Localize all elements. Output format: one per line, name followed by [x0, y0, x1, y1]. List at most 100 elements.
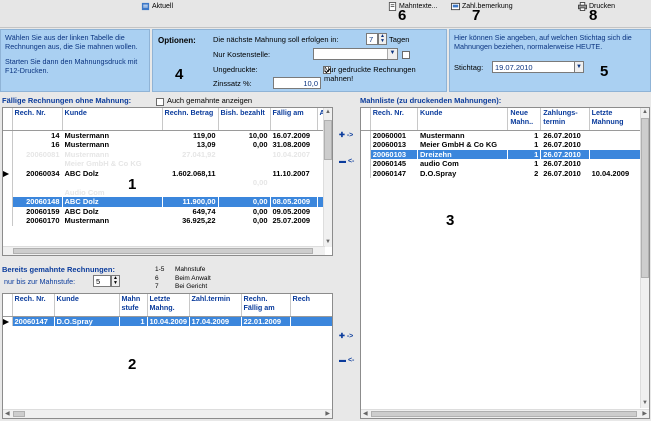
- chevron-down-icon: ▼: [387, 49, 397, 59]
- marker-4: 4: [175, 66, 184, 83]
- cell-rech: [290, 316, 332, 326]
- cell-rech-nr: 20060013: [370, 140, 419, 150]
- cell-neue-mahnung: 2: [507, 168, 542, 178]
- col-rech-nr[interactable]: Rech. Nr.: [12, 108, 63, 131]
- col-rech-nr[interactable]: Rech. Nr.: [12, 294, 55, 317]
- level-input[interactable]: 5: [93, 275, 111, 287]
- cell-faellig: [270, 178, 318, 188]
- next-reminder-spinner[interactable]: ▲ ▼: [378, 33, 387, 45]
- cell-zahltermin: 17.04.2009: [189, 316, 242, 326]
- table-row[interactable]: 20060081 Mustermann 27.041,92 10.04.2007: [3, 149, 326, 159]
- info-left-panel: Wählen Sie aus der linken Tabelle die Re…: [0, 29, 150, 92]
- row-indicator: ▶: [3, 168, 13, 178]
- mahnliste-header-row: Rech. Nr. Kunde Neue Mahn.. Zahlungs- te…: [361, 108, 642, 131]
- interest-input[interactable]: 10,0: [273, 77, 321, 89]
- col-zahlungstermin[interactable]: Zahlungs- termin: [540, 108, 590, 131]
- col-faellig[interactable]: Rechn. Fällig am: [241, 294, 291, 317]
- mahnliste-vertical-scrollbar[interactable]: ▲ ▼: [640, 108, 649, 408]
- mahnliste-horizontal-scrollbar[interactable]: ◀ ▶: [361, 409, 649, 418]
- row-indicator: [361, 159, 371, 169]
- marker-6: 6: [398, 7, 407, 24]
- table-row[interactable]: 20060159 ABC Dolz 649,74 0,00 09.05.2009: [3, 206, 326, 216]
- table-row[interactable]: Audio Com: [3, 187, 326, 197]
- dunned-horizontal-scrollbar[interactable]: ◀ ▶: [3, 409, 332, 418]
- cell-kunde: [62, 178, 163, 188]
- col-betrag[interactable]: Rechn. Betrag: [162, 108, 219, 131]
- cell-rech-nr: 20060147: [12, 316, 55, 326]
- cell-rech-nr: 20060034: [12, 168, 63, 178]
- cell-faellig: [270, 187, 318, 197]
- table-row[interactable]: 20060013 Meier GmbH & Co KG 1 26.07.2010: [361, 140, 642, 150]
- add-to-list-button[interactable]: ✚ ->: [339, 131, 353, 139]
- cell-betrag: 36.925,22: [162, 216, 219, 226]
- info-left-line2: Starten Sie dann den Mahnungsdruck mit F…: [5, 57, 138, 75]
- mahnliste-table: Rech. Nr. Kunde Neue Mahn.. Zahlungs- te…: [361, 108, 642, 178]
- table-row[interactable]: ▶ 20060147 D.O.Spray 1 10.04.2009 17.04.2009 2…: [3, 316, 332, 326]
- cell-rech-nr: [12, 187, 63, 197]
- col-kunde[interactable]: Kunde: [54, 294, 120, 317]
- add-dunned-button[interactable]: ✚ ->: [339, 332, 353, 340]
- cell-letzte-mahnung: [589, 159, 642, 169]
- col-letzte-mahnung[interactable]: Letzte Mahng.: [147, 294, 190, 317]
- cell-rech-nr: 20060103: [370, 149, 419, 159]
- col-rech-nr[interactable]: Rech. Nr.: [370, 108, 419, 131]
- col-faellig[interactable]: Fällig am: [270, 108, 318, 131]
- cell-faellig: 08.05.2009: [270, 197, 318, 207]
- remove-dunned-button[interactable]: ▬ <-: [339, 357, 354, 364]
- row-indicator: [3, 130, 13, 140]
- cell-faellig: 31.08.2009: [270, 140, 318, 150]
- table-row[interactable]: Meier GmbH & Co KG: [3, 159, 326, 169]
- table-row[interactable]: 20060001 Mustermann 1 26.07.2010: [361, 130, 642, 140]
- due-vertical-scrollbar[interactable]: ▲ ▼: [323, 108, 332, 247]
- table-row[interactable]: 20060147 D.O.Spray 2 26.07.2010 10.04.2009: [361, 168, 642, 178]
- cell-kunde: Meier GmbH & Co KG: [417, 140, 509, 150]
- aktuell-button[interactable]: Aktuell: [141, 2, 173, 11]
- col-kunde[interactable]: Kunde: [62, 108, 163, 131]
- cell-letzte-mahnung: [589, 140, 642, 150]
- col-mahnstufe[interactable]: Mahn stufe: [119, 294, 148, 317]
- cell-kunde: D.O.Spray: [417, 168, 509, 178]
- col-bezahlt[interactable]: Bish. bezahlt: [218, 108, 271, 131]
- col-zahltermin[interactable]: Zahl.termin: [189, 294, 242, 317]
- cell-bezahlt: [218, 187, 271, 197]
- table-row[interactable]: 14 Mustermann 119,00 10,00 16.07.2009: [3, 130, 326, 140]
- col-neue-mahnung[interactable]: Neue Mahn..: [507, 108, 542, 131]
- due-horizontal-scrollbar[interactable]: [3, 246, 325, 255]
- remove-from-list-button[interactable]: ▬ <-: [339, 158, 354, 165]
- cell-faellig: [270, 159, 318, 169]
- calendar-dropdown-icon[interactable]: ▼: [574, 61, 584, 73]
- marker-3: 3: [446, 212, 455, 229]
- mahnliste-title: Mahnliste (zu druckenden Mahnungen):: [360, 96, 502, 105]
- table-row[interactable]: ▶ 20060034 ABC Dolz 1.602.068,11 11.10.2007: [3, 168, 326, 178]
- table-row[interactable]: 20060148 ABC Dolz 11.900,00 0,00 08.05.2009: [3, 197, 326, 207]
- also-dunned-checkbox[interactable]: [156, 97, 164, 106]
- level-legend: 1-5 Mahnstufe 6 Beim Anwalt 7 Bei Gericht: [155, 266, 211, 290]
- cell-bezahlt: [218, 149, 271, 159]
- stichtag-input[interactable]: 19.07.2010: [492, 61, 584, 73]
- cell-letzte-mahnung: [589, 149, 642, 159]
- cell-kunde: ABC Dolz: [62, 206, 163, 216]
- zahlbemerkung-button[interactable]: Zahl.bemerkung: [451, 2, 513, 11]
- mahnliste-grid[interactable]: Rech. Nr. Kunde Neue Mahn.. Zahlungs- te…: [360, 107, 650, 419]
- mahntexte-button[interactable]: Mahntexte...: [388, 2, 438, 11]
- legend-title: Bereits gemahnte Rechnungen:: [2, 265, 115, 274]
- row-indicator: [361, 140, 371, 150]
- cost-center-select[interactable]: ▼: [313, 48, 398, 60]
- level-spinner[interactable]: ▲ ▼: [111, 275, 120, 287]
- table-row[interactable]: 20060103 Dreizehn 1 26.07.2010: [361, 149, 642, 159]
- col-rech[interactable]: Rech: [290, 294, 332, 317]
- col-letzte-mahnung[interactable]: Letzte Mahnung: [589, 108, 642, 131]
- cell-faellig: 10.04.2007: [270, 149, 318, 159]
- col-kunde[interactable]: Kunde: [417, 108, 509, 131]
- dunned-invoices-grid[interactable]: Rech. Nr. Kunde Mahn stufe Letzte Mahng.…: [2, 293, 333, 419]
- next-reminder-input[interactable]: 7: [366, 33, 378, 45]
- due-invoices-grid[interactable]: Rech. Nr. Kunde Rechn. Betrag Bish. beza…: [2, 107, 333, 256]
- cost-center-checkbox[interactable]: [402, 50, 410, 59]
- table-row[interactable]: 20060145 audio Com 1 26.07.2010: [361, 159, 642, 169]
- table-row[interactable]: 20060170 Mustermann 36.925,22 0,00 25.07.200…: [3, 216, 326, 226]
- info-left-line1: Wählen Sie aus der linken Tabelle die Re…: [5, 33, 138, 51]
- cost-center-label: Nur Kostenstelle:: [213, 50, 271, 59]
- table-row[interactable]: 16 Mustermann 13,09 0,00 31.08.2009: [3, 140, 326, 150]
- table-row[interactable]: 0,00: [3, 178, 326, 188]
- marker-2: 2: [128, 356, 137, 373]
